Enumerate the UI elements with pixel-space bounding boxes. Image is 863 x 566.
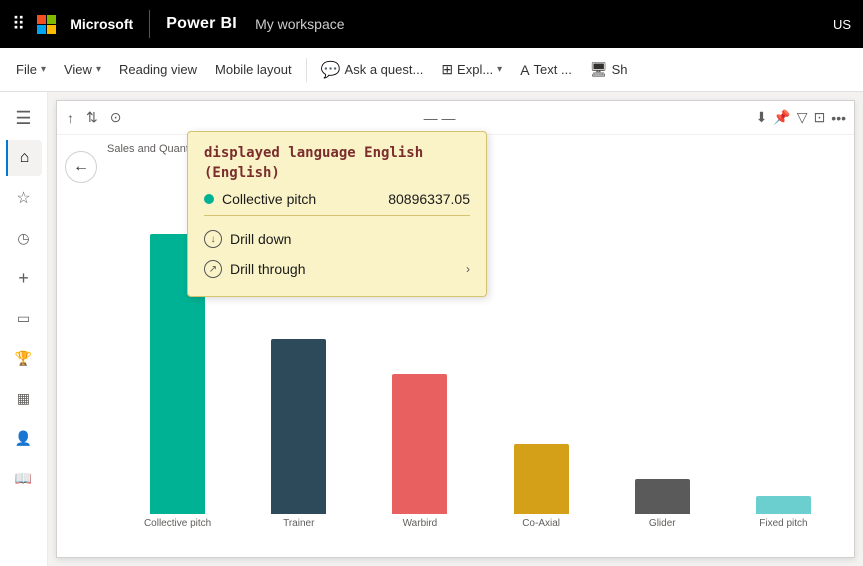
mobile-layout-button[interactable]: Mobile layout — [207, 58, 300, 81]
bar-rect[interactable] — [635, 479, 690, 514]
canvas-actions: ⬇ 📌 ▽ ⊡ ••• — [756, 109, 846, 126]
back-button[interactable]: ← — [65, 151, 97, 183]
top-bar-divider — [149, 10, 150, 38]
tooltip: displayed language English(English) Coll… — [187, 131, 487, 297]
sidebar: ☰ ⌂ ☆ ◷ + ▭ 🏆 ▦ 👤 📖 — [0, 92, 48, 566]
bar-label: Collective pitch — [144, 518, 211, 529]
tooltip-item-value: 80896337.05 — [388, 191, 470, 207]
bar-rect[interactable] — [756, 496, 811, 514]
bar-group: Fixed pitch — [723, 496, 844, 529]
explore-button[interactable]: ⊞ Expl... ▾ — [433, 57, 510, 82]
bar-label: Glider — [649, 518, 676, 529]
main-layout: ☰ ⌂ ☆ ◷ + ▭ 🏆 ▦ 👤 📖 ↑ ⇅ ⊙ — — ⬇ 📌 ▽ — [0, 92, 863, 566]
sidebar-item-recent[interactable]: ◷ — [6, 220, 42, 256]
explore-icon: ⊞ — [441, 61, 453, 78]
reading-view-button[interactable]: Reading view — [111, 58, 205, 81]
view-menu[interactable]: View ▾ — [56, 58, 109, 81]
bar-rect[interactable] — [514, 444, 569, 514]
nav-lock-icon[interactable]: ⊙ — [108, 107, 124, 128]
tooltip-title: displayed language English(English) — [204, 144, 470, 183]
user-initials[interactable]: US — [833, 17, 851, 32]
text-icon: A — [520, 62, 529, 78]
drill-through-icon: ↗ — [204, 260, 222, 278]
bar-label: Trainer — [283, 518, 314, 529]
sidebar-item-favorites[interactable]: ☆ — [6, 180, 42, 216]
bar-group: Warbird — [359, 374, 480, 529]
top-bar: ⠿ Microsoft Power BI My workspace US — [0, 0, 863, 48]
tooltip-dot — [204, 194, 214, 204]
tooltip-divider — [204, 215, 470, 216]
more-options-icon[interactable]: ••• — [831, 110, 846, 126]
drill-through-chevron: › — [466, 262, 470, 276]
sidebar-item-home[interactable]: ⌂ — [6, 140, 42, 176]
toolbar: File ▾ View ▾ Reading view Mobile layout… — [0, 48, 863, 92]
bar-label: Warbird — [403, 518, 438, 529]
expand-icon[interactable]: ⊡ — [814, 109, 826, 126]
bar-label: Co-Axial — [522, 518, 560, 529]
drill-through-action[interactable]: ↗ Drill through › — [204, 254, 470, 284]
sidebar-item-goals[interactable]: 🏆 — [6, 340, 42, 376]
grid-icon[interactable]: ⠿ — [12, 14, 25, 35]
bar-rect[interactable] — [271, 339, 326, 514]
bar-group: Trainer — [238, 339, 359, 529]
bar-label: Fixed pitch — [759, 518, 807, 529]
sidebar-item-apps[interactable]: ▦ — [6, 380, 42, 416]
filter-icon[interactable]: ▽ — [797, 109, 808, 126]
file-chevron: ▾ — [41, 64, 46, 75]
bar-group: Co-Axial — [481, 444, 602, 529]
drill-down-label: Drill down — [230, 231, 291, 247]
chat-icon: 💬 — [321, 60, 341, 80]
bar-rect[interactable] — [392, 374, 447, 514]
drill-down-action[interactable]: ↓ Drill down — [204, 224, 470, 254]
sidebar-item-data[interactable]: ▭ — [6, 300, 42, 336]
file-menu[interactable]: File ▾ — [8, 58, 54, 81]
canvas-header: ↑ ⇅ ⊙ — — ⬇ 📌 ▽ ⊡ ••• — [57, 101, 854, 135]
ask-question-button[interactable]: 💬 Ask a quest... — [313, 56, 432, 84]
microsoft-logo — [37, 15, 56, 34]
pin-icon[interactable]: 📌 — [773, 109, 790, 126]
workspace-label: My workspace — [255, 16, 344, 32]
tooltip-item-label: Collective pitch — [222, 191, 316, 207]
drill-down-icon: ↓ — [204, 230, 222, 248]
nav-up-icon[interactable]: ↑ — [65, 108, 76, 128]
drill-through-label: Drill through — [230, 261, 305, 277]
view-chevron: ▾ — [96, 64, 101, 75]
nav-double-icon[interactable]: ⇅ — [84, 107, 100, 128]
share-icon: 🖥 — [590, 61, 608, 78]
report-canvas: ↑ ⇅ ⊙ — — ⬇ 📌 ▽ ⊡ ••• ← Sales and Quanti… — [56, 100, 855, 558]
hamburger-menu[interactable]: ☰ — [6, 100, 42, 136]
main-content: ↑ ⇅ ⊙ — — ⬇ 📌 ▽ ⊡ ••• ← Sales and Quanti… — [48, 92, 863, 566]
microsoft-label: Microsoft — [70, 16, 133, 32]
bar-group: Glider — [602, 479, 723, 529]
download-icon[interactable]: ⬇ — [756, 109, 768, 126]
powerbi-title: Power BI — [166, 15, 237, 33]
share-button[interactable]: 🖥 Sh — [582, 57, 636, 82]
sidebar-item-people[interactable]: 👤 — [6, 420, 42, 456]
sidebar-item-create[interactable]: + — [6, 260, 42, 296]
explore-chevron: ▾ — [497, 64, 502, 75]
sidebar-item-learn[interactable]: 📖 — [6, 460, 42, 496]
text-button[interactable]: A Text ... — [512, 58, 580, 82]
ellipsis-center-icon: — — — [424, 110, 456, 126]
toolbar-divider-1 — [306, 58, 307, 82]
tooltip-data-row: Collective pitch 80896337.05 — [204, 191, 470, 207]
